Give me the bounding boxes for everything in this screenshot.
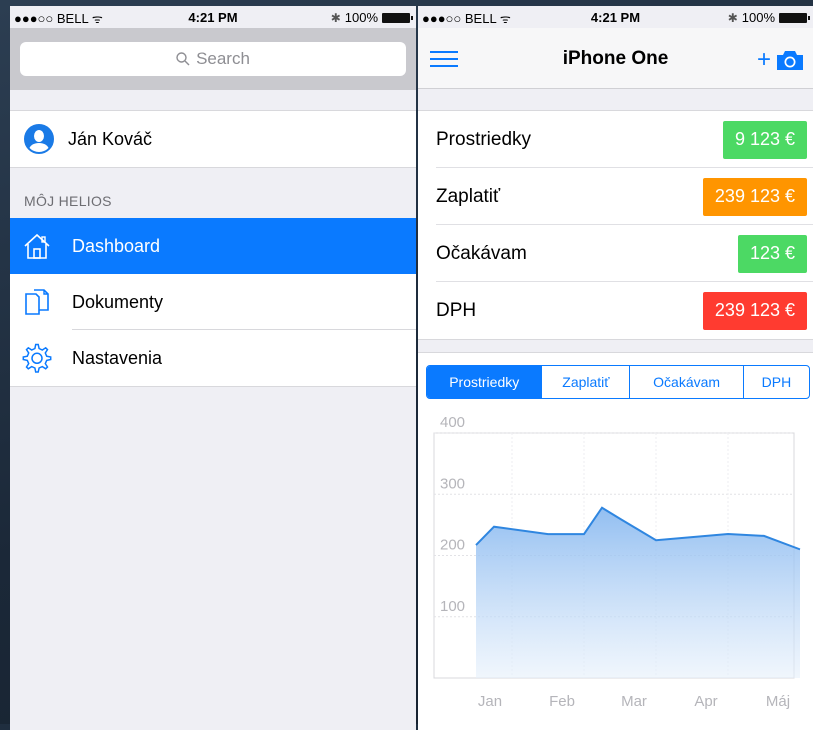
section-header: MÔJ HELIOS bbox=[24, 193, 112, 209]
summary-row-zaplatit[interactable]: Zaplatiť 239 123 € bbox=[418, 168, 813, 225]
area-fill bbox=[476, 507, 800, 678]
search-input[interactable]: Search bbox=[20, 42, 406, 76]
add-photo-button[interactable]: + bbox=[757, 46, 805, 74]
summary-label: DPH bbox=[436, 299, 477, 321]
home-icon bbox=[20, 229, 54, 263]
battery-icon bbox=[382, 12, 413, 23]
x-tick-label: Máj bbox=[766, 693, 790, 710]
summary-row-prostriedky[interactable]: Prostriedky 9 123 € bbox=[418, 111, 813, 168]
summary-value-badge: 239 123 € bbox=[702, 177, 807, 216]
area-chart: 100 200 300 400 Jan Feb Mar Apr Máj bbox=[433, 414, 801, 710]
menu-item-nastavenia[interactable]: Nastavenia bbox=[10, 330, 416, 386]
menu-label-dokumenty: Dokumenty bbox=[72, 291, 164, 312]
battery-icon bbox=[779, 12, 810, 23]
battery-percent: 100% bbox=[344, 10, 378, 25]
search-icon bbox=[176, 52, 190, 66]
tab-zaplatit[interactable]: Zaplatiť bbox=[541, 366, 629, 398]
documents-icon bbox=[20, 285, 54, 319]
summary-list: Prostriedky 9 123 € Zaplatiť 239 123 € O… bbox=[418, 110, 813, 340]
profile-name: Ján Kováč bbox=[68, 128, 153, 149]
summary-row-ocakavam[interactable]: Očakávam 123 € bbox=[418, 225, 813, 282]
y-tick-label: 200 bbox=[440, 537, 465, 554]
side-menu: Dashboard Dokumenty Nastavenia bbox=[10, 218, 416, 387]
search-placeholder: Search bbox=[196, 49, 250, 68]
profile-row[interactable]: Ján Kováč bbox=[10, 110, 416, 168]
y-tick-label: 100 bbox=[440, 598, 465, 615]
summary-label: Prostriedky bbox=[436, 128, 532, 150]
status-right: ✱ 100% bbox=[727, 10, 810, 25]
search-bar: Search bbox=[10, 28, 416, 90]
summary-value-badge: 9 123 € bbox=[722, 120, 807, 159]
tab-ocakavam[interactable]: Očakávam bbox=[629, 366, 743, 398]
bluetooth-icon: ✱ bbox=[727, 10, 738, 25]
status-bar: ●●●○○ BELL ᯤ 4:21 PM ✱ 100% bbox=[10, 6, 416, 28]
right-phone-screen: ●●●○○ BELL ᯤ 4:21 PM ✱ 100% iPhone One +… bbox=[418, 6, 813, 730]
menu-item-dokumenty[interactable]: Dokumenty bbox=[10, 274, 416, 330]
battery-percent: 100% bbox=[741, 10, 775, 25]
y-tick-label: 300 bbox=[440, 475, 465, 492]
x-tick-label: Feb bbox=[549, 693, 575, 710]
summary-label: Zaplatiť bbox=[436, 185, 501, 207]
plus-icon: + bbox=[756, 46, 771, 73]
nav-title: iPhone One bbox=[562, 48, 669, 69]
status-right: ✱ 100% bbox=[330, 10, 413, 25]
chart-tabs: Prostriedky Zaplatiť Očakávam DPH bbox=[426, 365, 810, 399]
x-tick-label: Mar bbox=[621, 693, 647, 710]
x-tick-label: Apr bbox=[694, 693, 717, 710]
status-bar: ●●●○○ BELL ᯤ 4:21 PM ✱ 100% bbox=[418, 6, 813, 28]
menu-label-dashboard: Dashboard bbox=[72, 235, 161, 256]
nav-bar: iPhone One + bbox=[418, 28, 813, 89]
tab-prostriedky[interactable]: Prostriedky bbox=[427, 366, 542, 398]
gear-icon bbox=[20, 341, 54, 375]
summary-label: Očakávam bbox=[436, 242, 527, 264]
menu-item-dashboard[interactable]: Dashboard bbox=[10, 218, 416, 274]
avatar-icon bbox=[24, 124, 54, 154]
summary-value-badge: 123 € bbox=[737, 234, 807, 273]
menu-label-nastavenia: Nastavenia bbox=[72, 347, 163, 368]
camera-icon bbox=[777, 51, 803, 70]
summary-row-dph[interactable]: DPH 239 123 € bbox=[418, 282, 813, 339]
y-tick-label: 400 bbox=[440, 414, 465, 431]
bluetooth-icon: ✱ bbox=[330, 10, 341, 25]
chart-card: Prostriedky Zaplatiť Očakávam DPH 100 200… bbox=[418, 352, 813, 730]
summary-value-badge: 239 123 € bbox=[702, 291, 807, 330]
x-tick-label: Jan bbox=[478, 693, 502, 710]
left-phone-screen: ●●●○○ BELL ᯤ 4:21 PM ✱ 100% Search Ján K… bbox=[10, 6, 416, 730]
tab-dph[interactable]: DPH bbox=[742, 366, 809, 398]
